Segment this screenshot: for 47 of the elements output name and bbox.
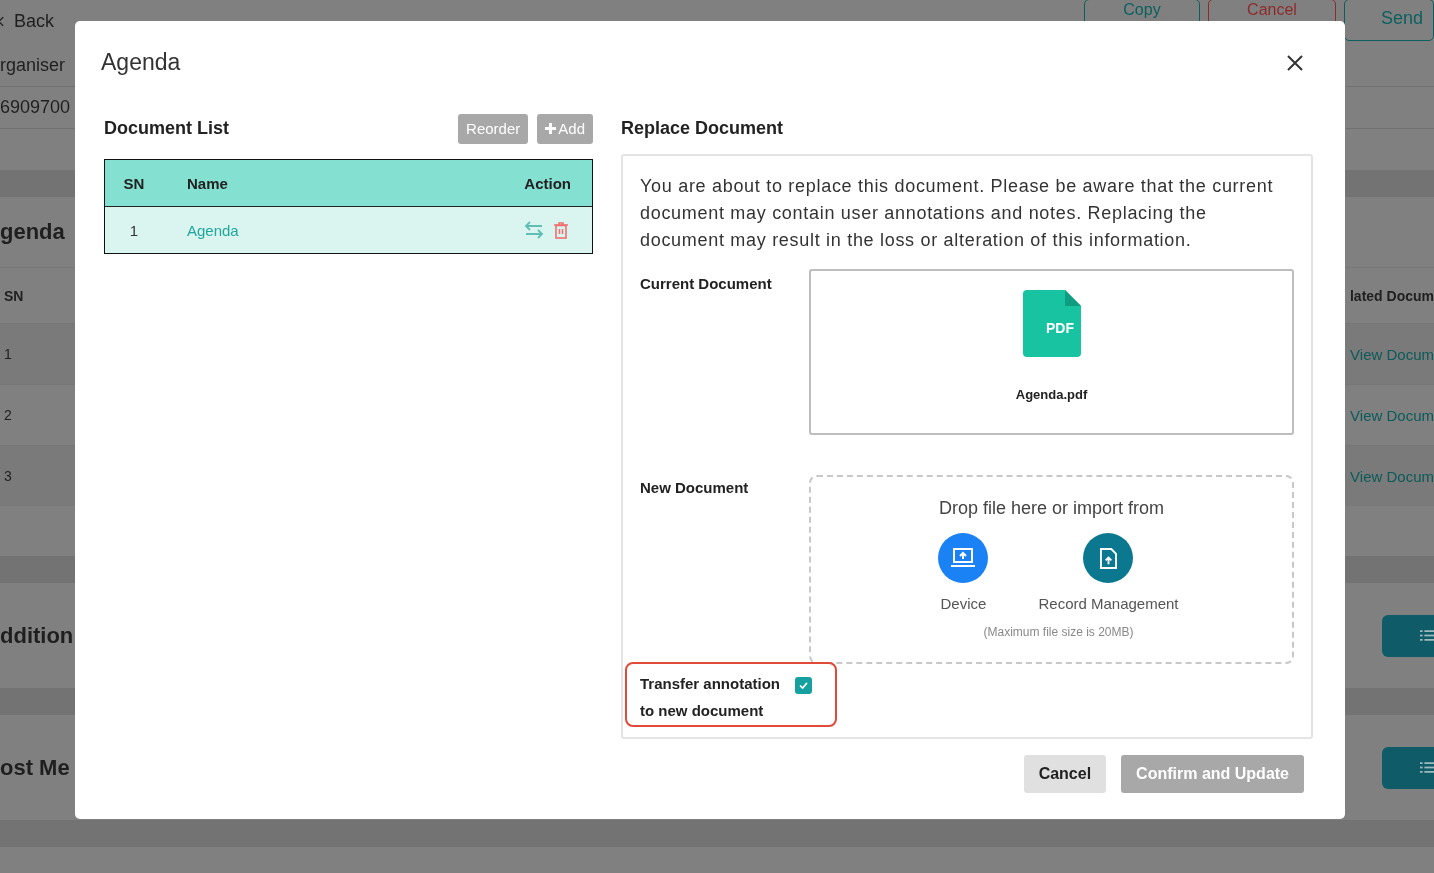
section-title: ost Me: [0, 754, 70, 781]
table-cell: 1: [4, 346, 12, 362]
file-name: Agenda.pdf: [1015, 387, 1088, 402]
pdf-file-icon: [1022, 290, 1081, 357]
section-title: genda: [0, 219, 65, 245]
drop-hint: Drop file here or import from: [938, 498, 1165, 519]
close-icon[interactable]: [1285, 53, 1305, 73]
column-header: lated Docum: [1350, 287, 1434, 304]
checkbox-label: Transfer annotation to new document: [640, 674, 782, 721]
table-cell-text: 1: [128, 221, 140, 239]
list-icon: [1420, 761, 1434, 774]
view-document-link[interactable]: View Docum: [1350, 345, 1434, 363]
table-cell: 2: [4, 407, 12, 423]
field-label: Current Document: [640, 274, 773, 294]
plus-icon: [545, 123, 557, 134]
laptop-upload-icon: [951, 547, 976, 569]
dialog-title: Agenda: [101, 48, 181, 76]
file-type-label: PDF: [1046, 320, 1074, 336]
section-title: ddition: [0, 622, 74, 649]
import-source-button[interactable]: Record Management: [1038, 533, 1179, 612]
swap-icon[interactable]: [524, 221, 544, 239]
table-cell: 3: [4, 468, 12, 484]
column-header: Name: [186, 174, 229, 192]
list-button[interactable]: [1382, 746, 1434, 789]
dialog-button[interactable]: Cancel: [1023, 755, 1107, 793]
section-heading: Document List: [104, 118, 229, 139]
field-text: 6909700: [0, 97, 71, 118]
document-link[interactable]: Agenda: [163, 221, 488, 239]
back-chevron-icon: [0, 16, 5, 27]
column-header: Action: [523, 174, 572, 192]
field-text: rganiser: [0, 55, 66, 76]
check-icon: [799, 682, 808, 689]
warning-message: You are about to replace this document. Please be aware that the current document may contain user annotations and notes. Replacing the document may result in the loss or alteration of this information.: [640, 175, 1275, 252]
view-document-link[interactable]: View Docum: [1350, 406, 1434, 424]
view-document-link[interactable]: View Docum: [1350, 467, 1434, 485]
column-header: SN: [122, 174, 146, 192]
trash-icon[interactable]: [554, 221, 568, 239]
file-drop-zone[interactable]: Drop file here or import from Device Record Management (Maximum file size is 20MB): [809, 475, 1294, 664]
file-upload-icon: [1100, 547, 1117, 569]
column-header: SN: [4, 287, 24, 304]
list-button[interactable]: [1382, 614, 1434, 657]
checkbox[interactable]: [795, 677, 812, 694]
list-icon: [1420, 629, 1434, 642]
field-label: New Document: [640, 478, 750, 498]
back-link[interactable]: Back: [14, 11, 55, 32]
section-heading: Replace Document: [621, 117, 785, 140]
file-size-note: (Maximum file size is 20MB): [983, 625, 1134, 639]
